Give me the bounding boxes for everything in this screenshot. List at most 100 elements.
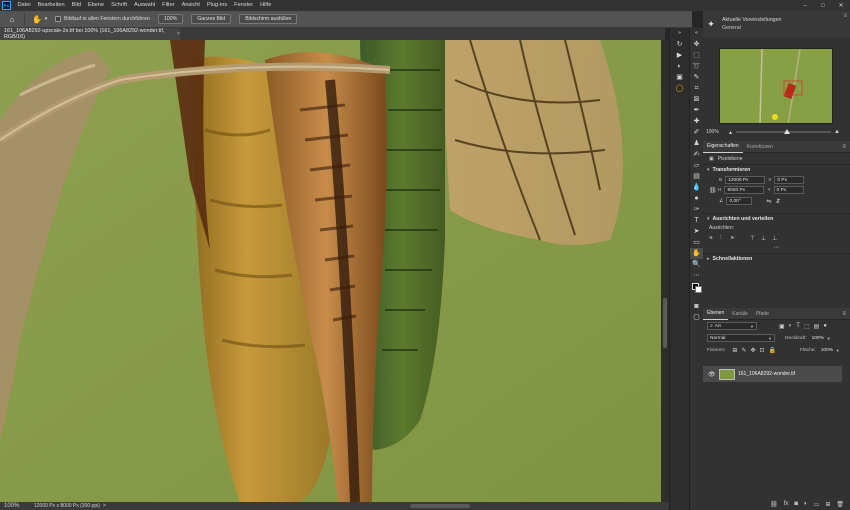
actions-icon[interactable]: ▶ bbox=[670, 50, 689, 61]
menu-layer[interactable]: Ebene bbox=[84, 0, 107, 11]
align-center-h-icon[interactable]: ⫶ bbox=[720, 235, 731, 242]
filter-type-icon[interactable]: T bbox=[796, 323, 800, 329]
tab-adjustments[interactable]: Korrekturen bbox=[743, 141, 777, 153]
gradient-tool-icon[interactable]: ▤ bbox=[690, 171, 703, 182]
quick-select-tool-icon[interactable]: ✎ bbox=[690, 72, 703, 83]
dodge-tool-icon[interactable]: ● bbox=[690, 193, 703, 204]
close-tab-icon[interactable]: × bbox=[177, 31, 180, 37]
background-color[interactable] bbox=[695, 286, 702, 293]
pen-tool-icon[interactable]: ✑ bbox=[690, 204, 703, 215]
align-center-v-icon[interactable]: ⊥ bbox=[761, 235, 772, 242]
align-bottom-icon[interactable]: ⊥ bbox=[772, 235, 783, 242]
document-tab[interactable]: 161_106A8292-upscale-2x.tif bei 100% (16… bbox=[0, 28, 180, 40]
menu-filter[interactable]: Filter bbox=[159, 0, 178, 11]
align-top-icon[interactable]: ⊤ bbox=[750, 235, 761, 242]
vertical-scroll-thumb[interactable] bbox=[663, 298, 667, 348]
quick-actions-section[interactable]: ▸ Schnellaktionen bbox=[703, 253, 850, 264]
lock-brush-icon[interactable]: ✎ bbox=[741, 347, 746, 354]
zoom-100-button[interactable]: 100% bbox=[157, 14, 184, 24]
canvas-vertical-scrollbar[interactable] bbox=[661, 40, 669, 502]
filter-pixel-icon[interactable]: ▣ bbox=[779, 323, 785, 330]
tab-paths[interactable]: Pfade bbox=[752, 308, 773, 320]
chevron-down-icon[interactable]: ▼ bbox=[827, 336, 831, 341]
menu-type[interactable]: Schrift bbox=[108, 0, 131, 11]
filter-shape-icon[interactable]: ⬚ bbox=[804, 323, 810, 330]
align-right-icon[interactable]: ⫸ bbox=[731, 235, 742, 242]
menu-help[interactable]: Hilfe bbox=[257, 0, 275, 11]
menu-window[interactable]: Fenster bbox=[231, 0, 257, 11]
filter-adjustment-icon[interactable]: ◐ bbox=[789, 323, 793, 329]
frame-tool-icon[interactable]: ⊠ bbox=[690, 94, 703, 105]
scroll-all-windows-checkbox[interactable]: Bildlauf in allen Fenstern durchführen bbox=[55, 16, 150, 22]
navigator-zoom-slider[interactable] bbox=[736, 129, 832, 134]
navigator-thumbnail[interactable] bbox=[719, 48, 833, 124]
horizontal-scroll-thumb[interactable] bbox=[410, 504, 470, 508]
fill-field[interactable]: 100% bbox=[819, 346, 836, 354]
tab-properties[interactable]: Eigenschaften bbox=[703, 140, 743, 153]
flip-vertical-icon[interactable]: ⇵ bbox=[776, 198, 781, 205]
new-group-icon[interactable]: ▭ bbox=[814, 501, 820, 508]
chevron-down-icon[interactable]: ▾ bbox=[43, 13, 49, 25]
y-field[interactable]: 0 Px bbox=[773, 186, 804, 194]
angle-field[interactable]: 0,00° bbox=[726, 197, 753, 205]
menu-select[interactable]: Auswahl bbox=[131, 0, 159, 11]
menu-file[interactable]: Datei bbox=[14, 0, 34, 11]
menu-plugins[interactable]: Plug-ins bbox=[203, 0, 230, 11]
rectangle-tool-icon[interactable]: ▭ bbox=[690, 237, 703, 248]
fit-screen-button[interactable]: Ganzes Bild bbox=[191, 14, 232, 24]
layer-name[interactable]: 161_106A8292-wonder.tif bbox=[738, 371, 795, 377]
brush-tool-icon[interactable]: ✐ bbox=[690, 127, 703, 138]
hand-tool-icon[interactable]: ✋ bbox=[31, 13, 43, 25]
link-icon[interactable]: ⛓ bbox=[709, 187, 717, 194]
chevron-down-icon[interactable]: ▼ bbox=[836, 348, 840, 353]
history-brush-tool-icon[interactable]: ✍ bbox=[690, 149, 703, 160]
hand-tool-icon[interactable]: ✋ bbox=[690, 248, 703, 259]
filter-smart-icon[interactable]: ▤ bbox=[814, 323, 820, 330]
status-arrow-icon[interactable]: > bbox=[103, 503, 106, 509]
new-adjustment-icon[interactable]: ◐ bbox=[804, 501, 808, 507]
menu-edit[interactable]: Bearbeiten bbox=[34, 0, 68, 11]
zoom-out-icon[interactable]: ▴ bbox=[729, 129, 732, 136]
width-field[interactable]: 12000 Px bbox=[725, 176, 766, 184]
crop-tool-icon[interactable]: ⌗ bbox=[690, 83, 703, 94]
more-tools-icon[interactable]: ⋯ bbox=[690, 270, 703, 281]
zoom-tool-icon[interactable]: 🔍 bbox=[690, 259, 703, 270]
eraser-tool-icon[interactable]: ▱ bbox=[690, 160, 703, 171]
flip-horizontal-icon[interactable]: ⇋ bbox=[766, 198, 771, 205]
close-icon[interactable]: ✕ bbox=[832, 0, 850, 11]
lock-artboard-icon[interactable]: ⊡ bbox=[760, 347, 765, 354]
add-mask-icon[interactable]: ◙ bbox=[794, 501, 798, 507]
preset-subtitle[interactable]: General bbox=[722, 24, 781, 32]
healing-tool-icon[interactable]: ✚ bbox=[690, 116, 703, 127]
eyedropper-tool-icon[interactable]: ✒ bbox=[690, 105, 703, 116]
color-swatches[interactable] bbox=[690, 281, 704, 301]
panel-menu-icon[interactable]: ≡ bbox=[842, 311, 846, 317]
align-section[interactable]: ▾ Ausrichten und verteilen bbox=[703, 213, 850, 224]
lock-all-icon[interactable]: 🔒 bbox=[769, 347, 776, 354]
stamp-tool-icon[interactable]: ♟ bbox=[690, 138, 703, 149]
tab-channels[interactable]: Kanäle bbox=[728, 308, 752, 320]
collapse-icon[interactable]: » bbox=[670, 28, 689, 39]
panel-menu-icon[interactable]: ≡ bbox=[843, 13, 847, 19]
lock-move-icon[interactable]: ✥ bbox=[750, 347, 755, 354]
collapse-tools-icon[interactable]: « bbox=[690, 28, 703, 39]
libraries-icon[interactable]: ◐ bbox=[670, 61, 689, 72]
navigator-zoom-knob[interactable] bbox=[784, 129, 791, 134]
delete-layer-icon[interactable]: 🗑 bbox=[836, 501, 844, 508]
more-options-icon[interactable]: ⋯ bbox=[703, 244, 850, 253]
filter-toggle-icon[interactable]: ● bbox=[823, 323, 827, 329]
history-icon[interactable]: ↻ bbox=[670, 39, 689, 50]
transform-section[interactable]: ▾ Transformieren bbox=[703, 164, 850, 175]
opacity-field[interactable]: 100% bbox=[810, 334, 827, 342]
type-tool-icon[interactable]: T bbox=[690, 215, 703, 226]
marquee-tool-icon[interactable]: ⬚ bbox=[690, 50, 703, 61]
adjustments-icon[interactable]: ▣ bbox=[670, 72, 689, 83]
navigator-zoom-value[interactable]: 100% bbox=[706, 129, 726, 135]
link-layers-icon[interactable]: ⛓ bbox=[770, 501, 778, 508]
menu-view[interactable]: Ansicht bbox=[178, 0, 203, 11]
image-canvas[interactable] bbox=[0, 40, 661, 502]
x-field[interactable]: 0 Px bbox=[774, 176, 805, 184]
screen-mode-icon[interactable]: ▢ bbox=[690, 312, 703, 323]
eye-icon[interactable]: 👁 bbox=[708, 371, 716, 378]
blur-tool-icon[interactable]: 💧 bbox=[690, 182, 703, 193]
